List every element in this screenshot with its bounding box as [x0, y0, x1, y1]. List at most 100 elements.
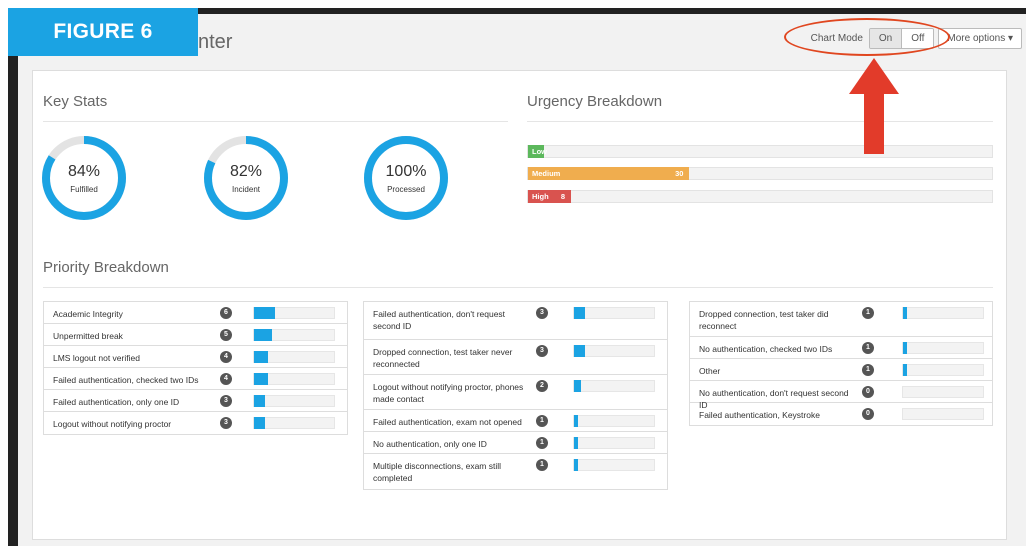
- stat-label: Incident: [231, 185, 261, 194]
- priority-count-badge: 1: [536, 459, 548, 471]
- priority-count-badge: 3: [220, 417, 232, 429]
- urgency-bar-high: High 8: [527, 190, 993, 203]
- urgency-label: High: [532, 192, 549, 201]
- priority-bar-fill: [574, 459, 578, 471]
- priority-bar-fill: [254, 417, 265, 429]
- priority-row[interactable]: Failed authentication, only one ID 3: [44, 390, 347, 412]
- priority-count-badge: 4: [220, 351, 232, 363]
- priority-list-column-3: Dropped connection, test taker did recon…: [689, 301, 993, 426]
- more-options-button[interactable]: More options ▾: [938, 27, 1022, 49]
- priority-bar-track: [902, 342, 984, 354]
- priority-label: Unpermitted break: [53, 331, 123, 341]
- priority-row[interactable]: LMS logout not verified 4: [44, 346, 347, 368]
- priority-count-badge: 0: [862, 386, 874, 398]
- priority-count-badge: 0: [862, 408, 874, 420]
- urgency-bar-low: Low 3: [527, 145, 993, 169]
- priority-list-column-2: Failed authentication, don't request sec…: [363, 301, 668, 490]
- page-title: nter: [198, 31, 233, 53]
- priority-label: Academic Integrity: [53, 309, 123, 319]
- priority-divider: [43, 287, 993, 288]
- urgency-fill: High 8: [528, 190, 572, 203]
- priority-count-badge: 1: [536, 415, 548, 427]
- priority-breakdown-title: Priority Breakdown: [43, 259, 169, 276]
- priority-bar-track: [573, 307, 655, 319]
- priority-bar-fill: [574, 345, 585, 357]
- stat-label: Fulfilled: [70, 185, 98, 194]
- priority-bar-track: [902, 307, 984, 319]
- stat-value: 82%: [229, 163, 263, 180]
- priority-count-badge: 1: [862, 342, 874, 354]
- priority-row[interactable]: Academic Integrity 6: [44, 302, 347, 324]
- stat-donut-processed: 100% Processed: [363, 135, 449, 221]
- priority-bar-track: [573, 459, 655, 471]
- key-stats-title: Key Stats: [43, 93, 108, 110]
- priority-count-badge: 3: [220, 395, 232, 407]
- priority-bar-fill: [254, 351, 268, 363]
- priority-bar-track: [573, 415, 655, 427]
- stat-donut-fulfilled: 84% Fulfilled: [41, 135, 127, 221]
- priority-label: No authentication, only one ID: [373, 439, 487, 449]
- priority-bar-fill: [254, 373, 268, 385]
- priority-bar-track: [573, 345, 655, 357]
- priority-list-column-1: Academic Integrity 6 Unpermitted break 5 LMS…: [43, 301, 348, 435]
- priority-bar-fill: [254, 329, 272, 341]
- priority-label: Failed authentication, Keystroke: [699, 410, 820, 420]
- priority-count-badge: 4: [220, 373, 232, 385]
- priority-row[interactable]: Failed authentication, Keystroke 0: [690, 403, 992, 425]
- priority-bar-fill: [574, 437, 578, 449]
- priority-label: Logout without notifying proctor, phones…: [373, 382, 524, 404]
- priority-bar-track: [573, 380, 655, 392]
- urgency-fill: Low 3: [528, 145, 547, 169]
- priority-row[interactable]: Dropped connection, test taker did recon…: [690, 302, 992, 337]
- priority-bar-fill: [903, 364, 907, 376]
- pointer-arrow-icon: [849, 58, 899, 154]
- priority-bar-track: [253, 417, 335, 429]
- priority-bar-fill: [574, 307, 585, 319]
- priority-row[interactable]: Dropped connection, test taker never rec…: [364, 340, 667, 375]
- stat-value: 84%: [67, 163, 101, 180]
- priority-label: Other: [699, 366, 721, 376]
- priority-row[interactable]: Logout without notifying proctor, phones…: [364, 375, 667, 410]
- priority-row[interactable]: No authentication, only one ID 1: [364, 432, 667, 454]
- priority-row[interactable]: Failed authentication, checked two IDs 4: [44, 368, 347, 390]
- priority-row[interactable]: Failed authentication, don't request sec…: [364, 302, 667, 340]
- priority-count-badge: 5: [220, 329, 232, 341]
- urgency-count: 30: [675, 169, 684, 178]
- priority-bar-track: [253, 395, 335, 407]
- urgency-label: Medium: [532, 169, 561, 178]
- priority-bar-fill: [574, 380, 581, 392]
- priority-row[interactable]: Unpermitted break 5: [44, 324, 347, 346]
- priority-count-badge: 3: [536, 345, 548, 357]
- priority-label: No authentication, checked two IDs: [699, 344, 833, 354]
- key-stats-divider: [43, 121, 508, 122]
- priority-bar-track: [902, 364, 984, 376]
- priority-label: Failed authentication, checked two IDs: [53, 375, 199, 385]
- priority-bar-fill: [254, 307, 275, 319]
- priority-row[interactable]: Failed authentication, exam not opened 1: [364, 410, 667, 432]
- urgency-divider: [527, 121, 993, 122]
- highlight-ellipse: [784, 18, 950, 56]
- priority-label: LMS logout not verified: [53, 353, 140, 363]
- priority-row[interactable]: No authentication, checked two IDs 1: [690, 337, 992, 359]
- priority-label: Dropped connection, test taker never rec…: [373, 347, 513, 369]
- priority-bar-track: [253, 307, 335, 319]
- priority-bar-track: [253, 351, 335, 363]
- urgency-bar-medium: Medium 30: [527, 167, 993, 180]
- urgency-count: 8: [560, 192, 566, 201]
- priority-count-badge: 1: [536, 437, 548, 449]
- priority-bar-track: [902, 408, 984, 420]
- priority-count-badge: 6: [220, 307, 232, 319]
- priority-row[interactable]: Multiple disconnections, exam still comp…: [364, 454, 667, 489]
- urgency-fill: Medium 30: [528, 167, 690, 180]
- stat-donut-incident: 82% Incident: [203, 135, 289, 221]
- priority-bar-fill: [574, 415, 578, 427]
- priority-row[interactable]: No authentication, don't request second …: [690, 381, 992, 410]
- priority-row[interactable]: Logout without notifying proctor 3: [44, 412, 347, 434]
- stat-value: 100%: [385, 163, 427, 180]
- priority-bar-fill: [903, 342, 907, 354]
- priority-row[interactable]: Other 1: [690, 359, 992, 381]
- priority-bar-fill: [903, 307, 907, 319]
- priority-count-badge: 3: [536, 307, 548, 319]
- priority-bar-fill: [254, 395, 265, 407]
- priority-bar-track: [253, 373, 335, 385]
